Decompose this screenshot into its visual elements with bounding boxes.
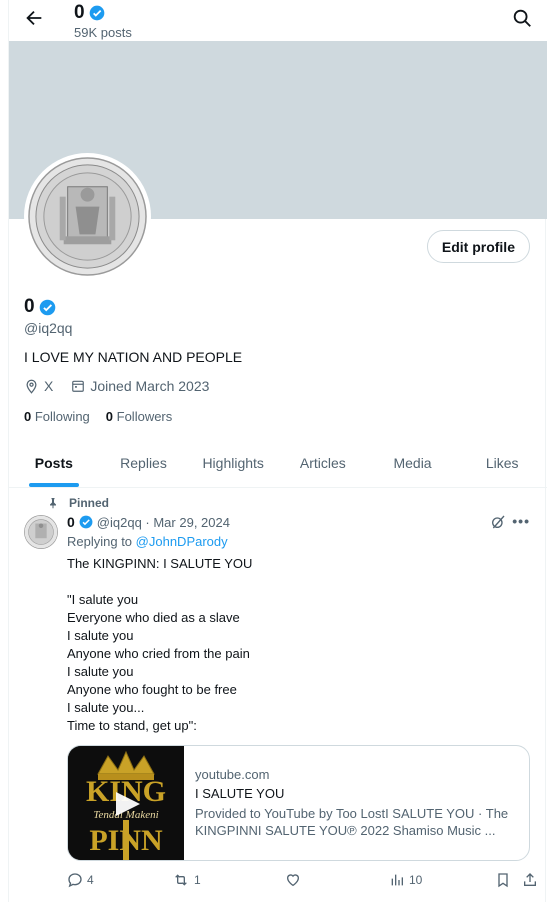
seal-image: [28, 157, 147, 276]
tweet-line: Anyone who fought to be free: [67, 682, 237, 697]
profile-name: 0: [24, 296, 56, 318]
replying-to: Replying to @JohnDParody: [67, 534, 228, 549]
pinned-indicator: Pinned: [47, 496, 109, 510]
replying-to-link[interactable]: @JohnDParody: [136, 534, 228, 549]
thumbnail-art: KING Tendai Makeni PINN: [68, 746, 184, 860]
tweet-line: I salute you...: [67, 700, 145, 715]
verified-badge-icon[interactable]: [39, 299, 56, 316]
tweet-line: [67, 573, 252, 591]
link-preview-card[interactable]: KING Tendai Makeni PINN youtube.com I SA…: [67, 745, 530, 861]
location-pin-icon: [26, 379, 37, 394]
more-options-icon[interactable]: •••: [512, 513, 530, 529]
tweet-text: The KINGPINN: I SALUTE YOU "I salute you…: [67, 555, 252, 735]
views-chart-icon: [391, 874, 403, 886]
header-name: 0: [74, 2, 105, 24]
edit-profile-button[interactable]: Edit profile: [426, 230, 530, 263]
share-icon[interactable]: [522, 872, 538, 888]
grok-icon[interactable]: [490, 514, 506, 530]
following-link[interactable]: 0 Following: [24, 409, 90, 424]
profile-handle: @iq2qq: [24, 320, 73, 336]
replying-prefix: Replying to: [67, 534, 133, 549]
tab-posts[interactable]: Posts: [9, 441, 99, 487]
pinned-label: Pinned: [69, 496, 110, 510]
reply-count: 4: [87, 873, 94, 887]
profile-name-text: 0: [24, 296, 35, 317]
tweet-line: Anyone who cried from the pain: [67, 646, 250, 661]
tweet-avatar[interactable]: [24, 515, 58, 549]
tweet-line: The KINGPINN: I SALUTE YOU: [67, 556, 253, 571]
profile-meta: X Joined March 2023: [24, 378, 209, 394]
card-description: Provided to YouTube by Too LostI SALUTE …: [195, 806, 509, 838]
tweet-meta[interactable]: @iq2qq · Mar 29, 2024: [97, 515, 230, 530]
verified-badge-icon: [89, 5, 104, 21]
header-post-count: 59K posts: [74, 25, 132, 40]
seal-thumbnail: [24, 515, 58, 549]
header-name-text: 0: [74, 2, 85, 23]
tweet-header: 0 @iq2qq · Mar 29, 2024: [67, 514, 230, 530]
card-domain: youtube.com: [195, 767, 270, 782]
follow-stats: 0 Following 0 Followers: [24, 409, 172, 424]
tweet-author[interactable]: 0: [67, 514, 75, 530]
card-title: I SALUTE YOU: [195, 786, 285, 801]
followers-label: Followers: [116, 409, 173, 424]
tab-likes[interactable]: Likes: [457, 441, 547, 487]
joined-text: Joined March 2023: [90, 378, 210, 394]
tweet-line: Everyone who died as a slave: [67, 610, 240, 625]
profile-column: 0 59K posts Edit profile 0 @iq2qq I LOVE…: [8, 0, 547, 902]
followers-link[interactable]: 0 Followers: [106, 409, 172, 424]
pin-icon: [50, 498, 56, 509]
tab-replies[interactable]: Replies: [99, 441, 189, 487]
like-action[interactable]: [285, 872, 305, 888]
reply-action[interactable]: 4: [67, 872, 94, 888]
profile-avatar[interactable]: [24, 153, 151, 280]
joined-item: Joined March 2023: [71, 378, 209, 394]
calendar-icon: [72, 380, 85, 392]
search-icon[interactable]: [511, 7, 533, 29]
profile-bio: I LOVE MY NATION AND PEOPLE: [24, 349, 243, 365]
tab-highlights[interactable]: Highlights: [188, 441, 278, 487]
view-count: 10: [409, 873, 423, 887]
location-item: X: [24, 378, 53, 394]
repost-icon: [175, 874, 187, 886]
following-count: 0: [24, 409, 32, 424]
bookmark-icon[interactable]: [495, 872, 511, 888]
top-bar: 0 59K posts: [9, 0, 547, 41]
followers-count: 0: [105, 409, 114, 424]
tweet-line: I salute you: [67, 664, 134, 679]
tab-media[interactable]: Media: [368, 441, 458, 487]
back-arrow-icon[interactable]: [23, 7, 45, 29]
heart-icon: [286, 874, 300, 887]
reply-icon: [68, 873, 82, 888]
video-thumbnail[interactable]: KING Tendai Makeni PINN: [68, 746, 184, 860]
views-action[interactable]: 10: [389, 872, 422, 888]
tweet-line: I salute you: [67, 628, 134, 643]
repost-count: 1: [194, 873, 201, 887]
repost-action[interactable]: 1: [172, 872, 201, 888]
tweet-actions: 4 1 10: [67, 872, 536, 892]
tweet-line: Time to stand, get up":: [67, 718, 197, 733]
tab-articles[interactable]: Articles: [278, 441, 368, 487]
location-text: X: [44, 378, 54, 394]
profile-tabs: Posts Replies Highlights Articles Media …: [9, 441, 547, 488]
following-label: Following: [34, 409, 90, 424]
verified-badge-icon: [79, 515, 93, 529]
tweet-line: "I salute you: [67, 592, 139, 607]
